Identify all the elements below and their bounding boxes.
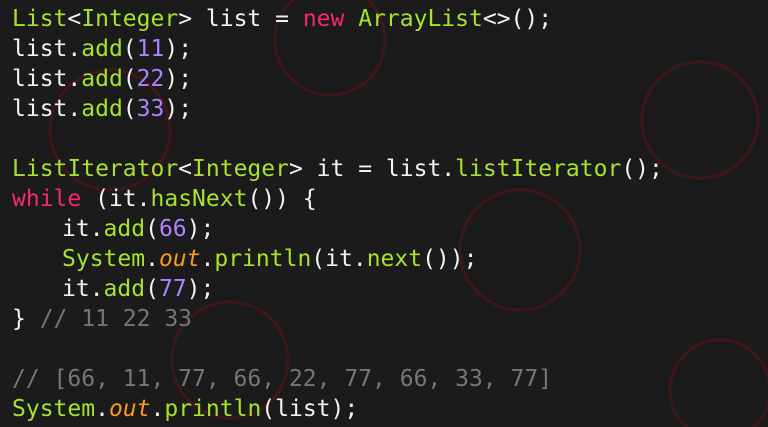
code-line: } // 11 22 33	[12, 304, 663, 334]
code-token: (list);	[261, 396, 359, 422]
code-line: // [66, 11, 77, 66, 22, 77, 66, 33, 77]	[12, 364, 663, 394]
code-token: add	[103, 276, 146, 302]
code-token: > list =	[178, 6, 303, 32]
code-line: System.out.println(list);	[12, 394, 663, 424]
code-token: <	[67, 6, 82, 32]
code-token: out	[108, 396, 151, 422]
code-token: List	[12, 6, 68, 32]
code-token: (	[122, 36, 137, 62]
code-line: while (it.hasNext()) {	[12, 184, 663, 214]
code-token: 11	[136, 36, 165, 62]
code-line: it.add(66);	[12, 214, 663, 244]
code-token: (it.	[311, 246, 367, 272]
code-token: // 11 22 33	[39, 306, 193, 332]
code-token: .	[95, 396, 109, 422]
code-token: .	[200, 246, 215, 272]
code-token: System	[62, 246, 146, 272]
code-token: add	[81, 96, 123, 122]
code-token: );	[164, 36, 193, 62]
code-token: ()) {	[247, 186, 317, 212]
code-token: 66	[158, 216, 187, 242]
code-line: System.out.println(it.next());	[12, 244, 663, 274]
code-token: next	[366, 246, 423, 272]
code-token: );	[186, 216, 215, 242]
code-token: add	[103, 216, 146, 242]
code-token: 33	[136, 96, 165, 122]
code-token: .	[150, 396, 165, 422]
code-token: <	[178, 156, 193, 182]
code-line: list.add(22);	[12, 64, 663, 94]
code-token: hasNext	[150, 186, 248, 212]
code-token: println	[214, 246, 312, 272]
code-token: add	[81, 36, 123, 62]
code-line: it.add(77);	[12, 274, 663, 304]
code-token: while	[12, 186, 82, 212]
code-token: it.	[62, 276, 104, 302]
code-line: list.add(11);	[12, 34, 663, 64]
code-token: (	[145, 216, 159, 242]
code-token: System	[12, 396, 96, 422]
code-token: ListIterator	[12, 156, 179, 182]
code-token: .	[145, 246, 159, 272]
code-token: listIterator	[455, 156, 622, 182]
code-token: > it = list.	[288, 156, 456, 182]
code-token: list.	[12, 66, 82, 92]
code-token: );	[186, 276, 215, 302]
code-token: println	[164, 396, 262, 422]
code-token: (	[122, 66, 137, 92]
code-line: list.add(33);	[12, 94, 663, 124]
code-line: ListIterator<Integer> it = list.listIter…	[12, 154, 663, 184]
code-token: Integer	[192, 156, 289, 182]
code-token: // [66, 11, 77, 66, 22, 77, 66, 33, 77]	[12, 366, 553, 392]
code-token: add	[81, 66, 123, 92]
code-token: out	[158, 246, 201, 272]
code-token: it.	[62, 216, 104, 242]
code-token: 22	[136, 66, 165, 92]
code-token: ());	[422, 246, 478, 272]
code-token: 77	[158, 276, 187, 302]
code-token: );	[164, 66, 193, 92]
code-token: ();	[621, 156, 663, 182]
code-editor[interactable]: List<Integer> list = new ArrayList<>(); l…	[0, 0, 768, 427]
code-token: ArrayList	[358, 6, 483, 32]
code-token: }	[12, 306, 40, 332]
code-block[interactable]: List<Integer> list = new ArrayList<>(); l…	[12, 4, 663, 424]
code-token: (it.	[81, 186, 151, 212]
code-token: (	[122, 96, 137, 122]
code-line: List<Integer> list = new ArrayList<>();	[12, 4, 663, 34]
code-token: list.	[12, 36, 82, 62]
code-token: <>();	[482, 6, 553, 32]
code-token: list.	[12, 96, 82, 122]
code-token: (	[145, 276, 159, 302]
code-token: Integer	[81, 6, 179, 32]
code-token: );	[164, 96, 193, 122]
code-token: new	[302, 6, 345, 32]
